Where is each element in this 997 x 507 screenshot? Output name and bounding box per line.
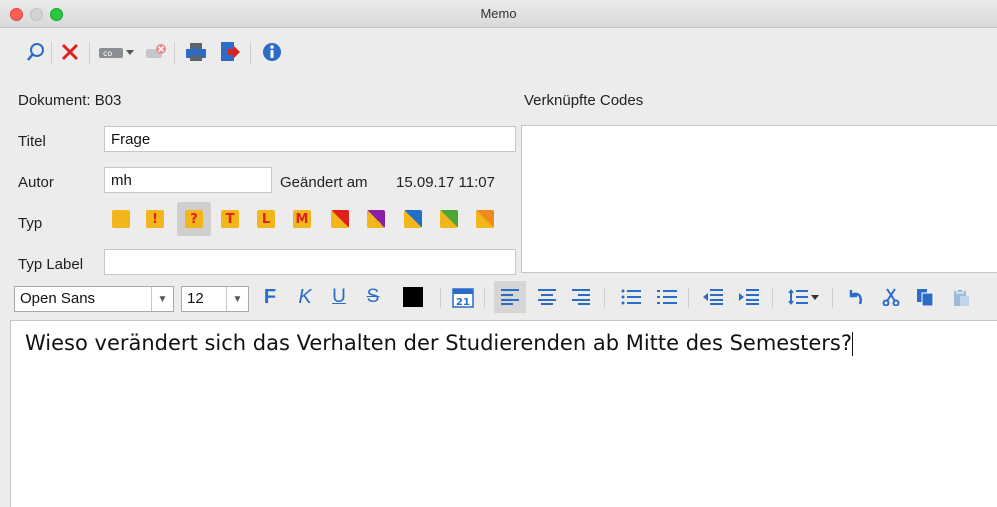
memo-text-editor[interactable]: Wieso verändert sich das Verhalten der S…	[10, 320, 997, 507]
delete-icon[interactable]	[58, 40, 82, 64]
author-label: Autor	[18, 174, 54, 191]
underline-button[interactable]: U	[326, 284, 352, 310]
line-spacing-dropdown-icon[interactable]	[784, 284, 824, 310]
memo-l-icon[interactable]: L	[255, 208, 277, 230]
linked-codes-label: Verknüpfte Codes	[524, 92, 644, 109]
type-label: Typ	[18, 215, 43, 232]
svg-text:21: 21	[456, 297, 470, 308]
memo-blue-yellow-icon[interactable]	[402, 208, 424, 230]
align-left-button[interactable]	[494, 281, 526, 313]
indent-icon[interactable]	[736, 284, 762, 310]
search-icon[interactable]	[24, 40, 48, 64]
cut-icon[interactable]	[878, 284, 904, 310]
unlink-code-icon[interactable]	[144, 40, 168, 64]
print-icon[interactable]	[184, 40, 208, 64]
bold-button[interactable]: F	[257, 284, 283, 310]
info-icon[interactable]	[260, 40, 284, 64]
type-label-label: Typ Label	[18, 256, 84, 273]
memo-toolbar: co	[0, 28, 997, 76]
italic-button[interactable]: K	[292, 284, 318, 310]
export-icon[interactable]	[218, 40, 242, 64]
svg-text:co: co	[103, 49, 112, 58]
memo-green-yellow-icon[interactable]	[438, 208, 460, 230]
chevron-down-icon: ▼	[226, 287, 248, 311]
font-size-select[interactable]: 12 ▼	[181, 286, 249, 312]
text-color-button[interactable]	[400, 284, 426, 310]
memo-plain-icon[interactable]	[110, 208, 132, 230]
paste-icon[interactable]	[948, 284, 974, 310]
bullet-list-icon[interactable]	[618, 284, 644, 310]
window-title: Memo	[480, 6, 517, 21]
undo-icon[interactable]	[843, 284, 869, 310]
font-size-value: 12	[187, 290, 204, 307]
memo-text-content: Wieso verändert sich das Verhalten der S…	[25, 331, 854, 356]
memo-text: Wieso verändert sich das Verhalten der S…	[25, 331, 853, 355]
linked-codes-list[interactable]	[521, 125, 997, 273]
outdent-icon[interactable]	[700, 284, 726, 310]
memo-purple-yellow-icon[interactable]	[365, 208, 387, 230]
font-select-value: Open Sans	[20, 290, 96, 307]
changed-value: 15.09.17 11:07	[396, 174, 495, 191]
align-right-button[interactable]	[568, 284, 594, 310]
title-field[interactable]: Frage	[104, 126, 516, 152]
title-bar: Memo	[0, 0, 997, 28]
copy-icon[interactable]	[912, 284, 938, 310]
memo-m-icon[interactable]: M	[291, 208, 313, 230]
title-label: Titel	[18, 133, 46, 150]
insert-date-icon[interactable]: 21	[450, 284, 476, 310]
author-field[interactable]: mh	[104, 167, 272, 193]
strikethrough-button[interactable]: S	[360, 284, 386, 310]
type-label-field[interactable]	[104, 249, 516, 275]
font-select[interactable]: Open Sans ▼	[14, 286, 174, 312]
document-label: Dokument: B03	[18, 92, 122, 109]
changed-label: Geändert am	[280, 174, 368, 191]
memo-orange-yellow-icon[interactable]	[474, 208, 496, 230]
text-caret	[852, 332, 854, 356]
memo-question-icon[interactable]: ?	[177, 202, 211, 236]
numbered-list-icon[interactable]	[654, 284, 680, 310]
align-center-button[interactable]	[534, 284, 560, 310]
link-code-dropdown-icon[interactable]: co	[98, 40, 138, 64]
memo-exclamation-icon[interactable]: !	[144, 208, 166, 230]
chevron-down-icon: ▼	[151, 287, 173, 311]
memo-red-yellow-icon[interactable]	[329, 208, 351, 230]
color-swatch-icon	[403, 287, 423, 307]
memo-t-icon[interactable]: T	[219, 208, 241, 230]
